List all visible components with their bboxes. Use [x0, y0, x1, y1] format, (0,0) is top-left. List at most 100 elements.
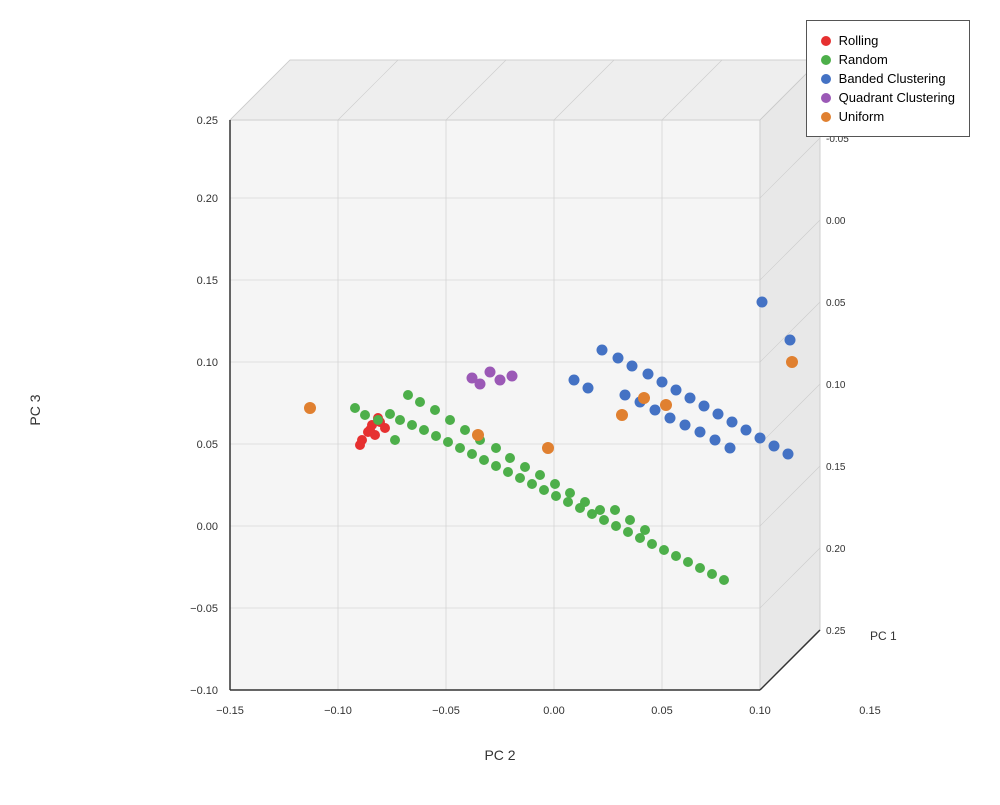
- svg-text:0.10: 0.10: [749, 705, 770, 717]
- point-random: [520, 462, 530, 472]
- svg-text:0.00: 0.00: [826, 216, 846, 227]
- legend-item-uniform: Uniform: [821, 109, 955, 124]
- point-banded: [710, 435, 721, 446]
- point-random: [443, 437, 453, 447]
- legend-label-banded: Banded Clustering: [839, 71, 946, 86]
- point-random: [415, 397, 425, 407]
- svg-text:0.00: 0.00: [197, 521, 218, 533]
- point-rolling: [363, 427, 373, 437]
- svg-text:−0.05: −0.05: [190, 603, 218, 615]
- point-random: [395, 415, 405, 425]
- point-random: [659, 545, 669, 555]
- point-banded: [597, 345, 608, 356]
- point-quadrant: [507, 371, 518, 382]
- point-random: [505, 453, 515, 463]
- legend-label-quadrant: Quadrant Clustering: [839, 90, 955, 105]
- svg-text:0.25: 0.25: [826, 626, 846, 637]
- point-banded: [613, 353, 624, 364]
- svg-text:−0.10: −0.10: [324, 705, 352, 717]
- point-uniform: [304, 402, 316, 414]
- point-random: [595, 505, 605, 515]
- point-banded: [685, 393, 696, 404]
- svg-text:0.15: 0.15: [197, 275, 218, 287]
- point-uniform: [542, 442, 554, 454]
- point-banded: [757, 297, 768, 308]
- point-random: [695, 563, 705, 573]
- point-random: [719, 575, 729, 585]
- legend-item-rolling: Rolling: [821, 33, 955, 48]
- point-quadrant: [495, 375, 506, 386]
- legend: Rolling Random Banded Clustering Quadran…: [806, 20, 970, 137]
- point-random: [491, 443, 501, 453]
- point-random: [430, 405, 440, 415]
- svg-text:0.10: 0.10: [197, 357, 218, 369]
- point-banded: [627, 361, 638, 372]
- point-random: [515, 473, 525, 483]
- point-banded: [713, 409, 724, 420]
- point-random: [683, 557, 693, 567]
- svg-text:0.20: 0.20: [197, 193, 218, 205]
- point-random: [491, 461, 501, 471]
- point-uniform: [616, 409, 628, 421]
- point-random: [360, 410, 370, 420]
- point-banded: [665, 413, 676, 424]
- point-random: [625, 515, 635, 525]
- point-quadrant: [485, 367, 496, 378]
- point-banded: [620, 390, 631, 401]
- point-uniform: [660, 399, 672, 411]
- point-quadrant: [475, 379, 486, 390]
- legend-item-banded: Banded Clustering: [821, 71, 955, 86]
- point-random: [707, 569, 717, 579]
- svg-text:0.20: 0.20: [826, 544, 846, 555]
- point-uniform: [786, 356, 798, 368]
- point-banded: [650, 405, 661, 416]
- legend-dot-rolling: [821, 36, 831, 46]
- point-random: [403, 390, 413, 400]
- point-random: [503, 467, 513, 477]
- point-banded: [741, 425, 752, 436]
- legend-item-random: Random: [821, 52, 955, 67]
- svg-text:PC 3: PC 3: [27, 394, 43, 425]
- point-banded: [569, 375, 580, 386]
- svg-text:0.15: 0.15: [859, 705, 880, 717]
- svg-text:0.10: 0.10: [826, 380, 846, 391]
- point-random: [671, 551, 681, 561]
- point-banded: [755, 433, 766, 444]
- point-random: [350, 403, 360, 413]
- svg-text:−0.15: −0.15: [216, 705, 244, 717]
- point-random: [599, 515, 609, 525]
- point-banded: [699, 401, 710, 412]
- point-banded: [785, 335, 796, 346]
- point-random: [610, 505, 620, 515]
- point-random: [407, 420, 417, 430]
- svg-text:−0.10: −0.10: [190, 685, 218, 697]
- point-random: [563, 497, 573, 507]
- point-random: [390, 435, 400, 445]
- point-banded: [671, 385, 682, 396]
- point-banded: [727, 417, 738, 428]
- point-random: [455, 443, 465, 453]
- point-rolling: [380, 423, 390, 433]
- point-banded: [769, 441, 780, 452]
- legend-item-quadrant: Quadrant Clustering: [821, 90, 955, 105]
- point-banded: [583, 383, 594, 394]
- legend-label-random: Random: [839, 52, 888, 67]
- point-random: [640, 525, 650, 535]
- point-random: [565, 488, 575, 498]
- legend-dot-banded: [821, 74, 831, 84]
- legend-label-uniform: Uniform: [839, 109, 885, 124]
- point-random: [550, 479, 560, 489]
- point-random: [539, 485, 549, 495]
- point-uniform: [472, 429, 484, 441]
- point-banded: [783, 449, 794, 460]
- svg-text:−0.05: −0.05: [432, 705, 460, 717]
- point-random: [647, 539, 657, 549]
- legend-dot-uniform: [821, 112, 831, 122]
- point-banded: [725, 443, 736, 454]
- point-rolling: [355, 440, 365, 450]
- point-random: [460, 425, 470, 435]
- svg-text:0.00: 0.00: [543, 705, 564, 717]
- point-banded: [695, 427, 706, 438]
- point-banded: [657, 377, 668, 388]
- point-uniform: [638, 392, 650, 404]
